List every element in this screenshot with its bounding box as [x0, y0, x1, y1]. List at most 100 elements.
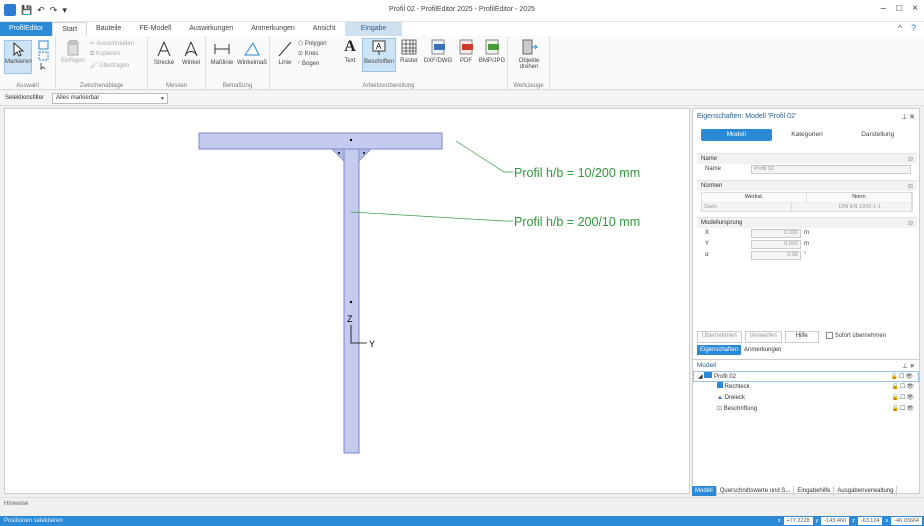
strecke-button[interactable]: Strecke — [151, 40, 177, 66]
collapse-icon[interactable]: ⊟ — [908, 220, 913, 227]
collapse-ribbon-icon[interactable]: ^ — [898, 23, 902, 33]
ursprung-y-field[interactable]: 0.000 — [751, 240, 801, 249]
bogen-button[interactable]: ◜ Bogen — [298, 60, 319, 67]
kreis-button[interactable]: ⊙ Kreis — [298, 50, 318, 57]
lock-visibility-icons[interactable]: 🔓☐👁 — [892, 404, 915, 415]
text-button[interactable]: A Text — [340, 38, 360, 64]
svg-text:A: A — [376, 42, 382, 51]
name-section-title[interactable]: Name ⊟ — [697, 153, 917, 164]
selection-filter-select[interactable]: Alles markierbar ▾ — [52, 93, 168, 104]
tab-ausgabenverwaltung[interactable]: Ausgabenverwaltung — [834, 486, 898, 496]
coord-z-label: z — [852, 518, 855, 524]
fillet-triangle-right[interactable] — [358, 148, 372, 162]
beschriften-button[interactable]: A Beschriften — [362, 38, 396, 72]
maximize-button[interactable]: □ — [896, 3, 902, 14]
lock-visibility-icons[interactable]: 🔓☐👁 — [892, 382, 915, 393]
verwerfen-button[interactable]: Verwerfen — [744, 331, 782, 343]
markieren-button[interactable]: Markieren — [4, 40, 32, 74]
coord-z-value: -63.124 — [857, 517, 883, 525]
normen-cell-norm[interactable]: DIN EN 1993-1-1 — [792, 202, 912, 211]
tree-item-profil[interactable]: ◢ Profil 02 🔓☐👁 — [693, 371, 919, 382]
ursprung-alpha-field[interactable]: 0.00 — [751, 251, 801, 260]
tab-modell[interactable]: Modell — [701, 129, 772, 141]
linie-button[interactable]: Linie — [274, 40, 296, 66]
masslinie-button[interactable]: Maßlinie — [208, 40, 236, 66]
polygon-button[interactable]: ⬠ Polygon — [298, 40, 327, 47]
drawing-canvas[interactable]: Profil h/b = 10/200 mm Profil h/b = 200/… — [4, 108, 690, 494]
group-bemassung: Maßlinie Winkelmaß Bemaßung — [206, 36, 270, 90]
selection-mode-icons[interactable] — [38, 40, 50, 70]
normen-section-title[interactable]: Normen ⊟ — [697, 180, 917, 191]
tab-ansicht[interactable]: Ansicht — [304, 22, 345, 36]
tab-start[interactable]: Start — [52, 22, 88, 36]
hilfe-button[interactable]: Hilfe — [784, 331, 819, 343]
tab-eigenschaften[interactable]: Eigenschaften — [697, 345, 742, 355]
group-label-messen: Messen — [165, 83, 187, 89]
annotation-web[interactable]: Profil h/b = 200/10 mm — [514, 215, 640, 229]
tab-bauteile[interactable]: Bauteile — [87, 22, 130, 36]
ursprung-x-label: X — [705, 230, 710, 236]
bmp-button[interactable]: BMP/JPG — [478, 38, 506, 64]
tab-eingabehilfe[interactable]: Eingabehilfe — [794, 486, 835, 496]
ursprung-row-y: Y 0.000 m — [697, 239, 917, 250]
sofort-uebernehmen-checkbox[interactable]: Sofort übernehmen — [822, 331, 886, 343]
close-button[interactable]: × — [912, 3, 918, 14]
flange-rectangle[interactable] — [198, 132, 443, 150]
pin-close-icons[interactable]: ⊥ ✕ — [901, 113, 915, 121]
ursprung-section-title[interactable]: Modellursprung ⊟ — [697, 217, 917, 228]
ursprung-x-field[interactable]: 0.000 — [751, 229, 801, 238]
tab-anmerkungen-panel[interactable]: Anmerkungen — [741, 345, 784, 355]
minimize-button[interactable]: – — [881, 3, 887, 14]
polygon-icon: ⬠ — [298, 41, 305, 47]
tab-file[interactable]: ProfilEditor — [0, 22, 53, 36]
group-messen: Strecke Winkel Messen — [148, 36, 206, 90]
tab-kategorien[interactable]: Kategorien — [772, 129, 843, 141]
tab-eingabe[interactable]: Eingabe — [344, 22, 403, 36]
collapse-icon[interactable]: ⊟ — [908, 156, 913, 163]
objekte-drehen-label: Objekte drehen — [518, 58, 540, 70]
kopieren-button[interactable]: ⧉ Kopieren — [90, 51, 120, 58]
group-label-bemassung: Bemaßung — [222, 83, 253, 89]
ribbon-tabs: ProfilEditor Start Bauteile FE-Modell Au… — [0, 22, 924, 36]
ursprung-y-unit: m — [804, 241, 809, 247]
tab-modell-bottom[interactable]: Modell — [692, 486, 717, 496]
winkel-button[interactable]: Winkel — [178, 40, 204, 66]
line-icon — [278, 41, 292, 57]
winkelmass-button[interactable]: Winkelmaß — [236, 40, 268, 66]
tab-querschnittswerte[interactable]: Querschnittswerte und S... — [717, 486, 795, 496]
sofort-label: Sofort übernehmen — [834, 333, 887, 340]
raster-button[interactable]: Raster — [398, 38, 420, 64]
uebernehmen-button[interactable]: Übernehmen — [697, 331, 742, 343]
hints-label: Hinweise — [4, 501, 29, 507]
pdf-button[interactable]: PDF — [456, 38, 476, 64]
ausschneiden-label: Ausschneiden — [96, 41, 135, 47]
profile-drawing[interactable]: Profil h/b = 10/200 mm Profil h/b = 200/… — [5, 109, 691, 495]
normen-cell-werkst[interactable]: Stahl — [702, 202, 792, 211]
image-file-icon — [485, 39, 499, 55]
tree-item-dreieck[interactable]: ▲ Dreieck 🔓☐👁 — [693, 393, 919, 404]
ausschneiden-button[interactable]: ✂ Ausschneiden — [90, 40, 134, 47]
tab-anmerkungen[interactable]: Anmerkungen — [242, 22, 304, 36]
normen-section-label: Normen — [701, 183, 723, 189]
tab-fe-modell[interactable]: FE-Modell — [130, 22, 180, 36]
group-label-werkzeuge: Werkzeuge — [513, 83, 544, 89]
text-icon: A — [344, 38, 356, 55]
name-field[interactable]: Profil 02 — [751, 165, 911, 174]
tree-item-rechteck[interactable]: Rechteck 🔓☐👁 — [693, 382, 919, 393]
tree-item-beschriftung[interactable]: ⊡ Beschriftung 🔓☐👁 — [693, 404, 919, 415]
fillet-triangle-left[interactable] — [331, 148, 345, 162]
name-section: Name ⊟ Name Profil 02 — [697, 153, 917, 175]
tab-darstellung[interactable]: Darstellung — [842, 129, 913, 141]
objekte-drehen-button[interactable]: Objekte drehen — [512, 38, 546, 70]
dxf-button[interactable]: DXF/DWG — [422, 38, 454, 64]
help-icon[interactable]: ? — [911, 23, 916, 33]
uebertragen-button[interactable]: 🖌 Übertragen — [90, 62, 129, 69]
annotation-flange[interactable]: Profil h/b = 10/200 mm — [514, 166, 640, 180]
dxf-label: DXF/DWG — [423, 58, 453, 64]
einfuegen-button[interactable]: Einfügen — [60, 40, 86, 64]
centroid-dot-left — [338, 152, 340, 154]
collapse-icon[interactable]: ⊟ — [908, 183, 913, 190]
lock-visibility-icons[interactable]: 🔓☐👁 — [892, 393, 915, 404]
pin-close-icons[interactable]: ⊥ ✕ — [902, 362, 915, 370]
tab-auswirkungen[interactable]: Auswirkungen — [180, 22, 242, 36]
